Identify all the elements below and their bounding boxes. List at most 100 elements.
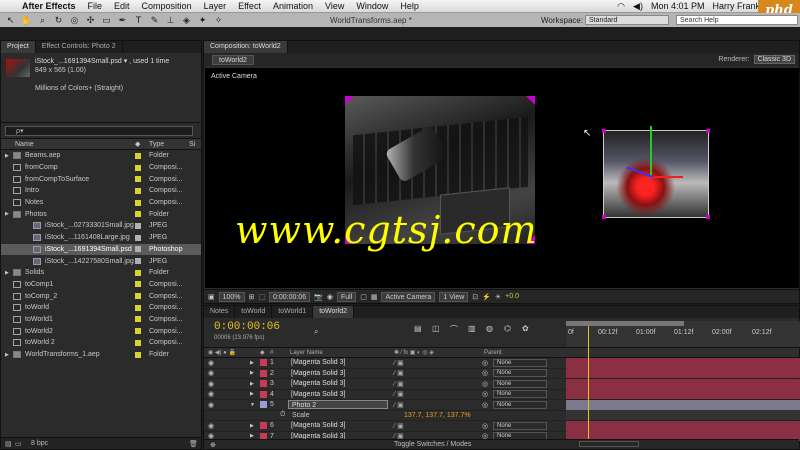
wifi-icon[interactable]: ◠ bbox=[617, 1, 625, 12]
layer-disclosure-icon[interactable]: ▶ bbox=[250, 360, 254, 366]
column-type[interactable]: Type bbox=[149, 141, 164, 148]
layer-disclosure-icon[interactable]: ▼ bbox=[250, 402, 255, 408]
label-swatch[interactable] bbox=[135, 211, 141, 218]
exposure-icon[interactable]: ☀ bbox=[495, 293, 501, 301]
layer-disclosure-icon[interactable]: ▶ bbox=[250, 381, 254, 387]
region-of-interest-icon[interactable]: ▢ bbox=[360, 293, 367, 301]
pick-whip-icon[interactable]: ◎ bbox=[482, 359, 488, 367]
menu-user[interactable]: Harry Frank bbox=[712, 1, 760, 11]
brush-tool-icon[interactable]: ✎ bbox=[148, 15, 161, 26]
exposure-value[interactable]: +0.0 bbox=[505, 293, 519, 300]
layer-duration-bar[interactable] bbox=[566, 368, 800, 379]
project-item[interactable]: iStock_...14227580Small.jpg JPEG bbox=[1, 255, 201, 267]
layer-switches-icon[interactable]: ⁄ ▣ bbox=[394, 380, 404, 388]
parent-select[interactable]: None bbox=[493, 379, 547, 388]
pen-tool-icon[interactable]: ✒ bbox=[116, 15, 129, 26]
label-column-icon[interactable]: ◆ bbox=[135, 140, 140, 148]
visibility-eye-icon[interactable]: ◉ bbox=[208, 380, 214, 388]
toggle-pixel-icon[interactable]: ⊡ bbox=[472, 293, 478, 301]
label-swatch[interactable] bbox=[135, 304, 141, 311]
menu-composition[interactable]: Composition bbox=[142, 1, 192, 11]
layer-label-color[interactable] bbox=[260, 422, 267, 430]
menu-edit[interactable]: Edit bbox=[114, 1, 130, 11]
layer-row[interactable]: ◉ ▶ 6 [Magenta Solid 3] ⁄ ▣ ◎ None bbox=[204, 420, 800, 432]
project-item[interactable]: iStock_...02733301Small.jpg JPEG bbox=[1, 220, 201, 232]
mask-tool-icon[interactable]: ▭ bbox=[100, 15, 113, 26]
tab-effect-controls[interactable]: Effect Controls: Photo 2 bbox=[36, 41, 123, 53]
transparency-grid-icon[interactable]: ▦ bbox=[371, 293, 378, 301]
label-swatch[interactable] bbox=[135, 281, 141, 288]
layer-switches-icon[interactable]: ⁄ ▣ bbox=[394, 422, 404, 430]
gizmo-x-axis[interactable] bbox=[651, 176, 683, 178]
label-swatch[interactable] bbox=[135, 351, 141, 358]
snapshot-icon[interactable]: 📷 bbox=[314, 293, 323, 301]
photo2-handle-br[interactable] bbox=[706, 215, 710, 219]
label-swatch[interactable] bbox=[135, 164, 141, 171]
always-preview-icon[interactable]: ▣ bbox=[208, 293, 215, 301]
zoom-select[interactable]: 100% bbox=[218, 291, 245, 302]
view-select[interactable]: Active Camera bbox=[381, 291, 436, 302]
comp-mini-flowchart-icon[interactable]: ▤ bbox=[414, 324, 422, 333]
layer-name[interactable]: [Magenta Solid 3] bbox=[288, 358, 388, 367]
property-row[interactable]: ⏱ Scale 137.7, 137.7, 137.7% bbox=[204, 410, 800, 421]
project-search-input[interactable]: ρ▾ bbox=[5, 126, 193, 136]
project-item[interactable]: fromCompToSurface Composi... bbox=[1, 173, 201, 185]
playhead[interactable] bbox=[588, 326, 589, 441]
stopwatch-icon[interactable]: ⏱ bbox=[280, 411, 285, 419]
timeline-current-time[interactable]: 0:00:00:06 bbox=[214, 321, 280, 333]
workspace-select[interactable]: Standard bbox=[585, 15, 669, 25]
roto-tool-icon[interactable]: ✦ bbox=[196, 15, 209, 26]
label-swatch[interactable] bbox=[135, 328, 141, 335]
layer-label-color[interactable] bbox=[260, 369, 267, 377]
parent-select[interactable]: None bbox=[493, 369, 547, 378]
layer-disclosure-icon[interactable]: ▶ bbox=[250, 370, 254, 376]
hand-tool-icon[interactable]: ✋ bbox=[20, 15, 33, 26]
label-swatch[interactable] bbox=[135, 258, 141, 265]
motion-blur-icon[interactable]: ◍ bbox=[486, 324, 493, 333]
visibility-eye-icon[interactable]: ◉ bbox=[208, 369, 214, 377]
disclosure-triangle-icon[interactable]: ▶ bbox=[5, 153, 13, 159]
zoom-tool-icon[interactable]: ⌕ bbox=[36, 15, 49, 26]
label-swatch[interactable] bbox=[135, 269, 141, 276]
layer-switches-icon[interactable]: ⁄ ▣ bbox=[394, 401, 404, 409]
layer-row[interactable]: ◉ ▼ 5 Photo 2 ⁄ ▣ ◎ None bbox=[204, 399, 800, 411]
renderer-button[interactable]: Classic 3D bbox=[753, 55, 795, 64]
menu-animation[interactable]: Animation bbox=[273, 1, 313, 11]
parent-select[interactable]: None bbox=[493, 390, 547, 399]
safe-zones-icon[interactable]: ⊞ bbox=[249, 293, 255, 301]
interpret-footage-icon[interactable]: ▤ bbox=[5, 440, 12, 448]
layer-duration-bar[interactable] bbox=[566, 389, 800, 400]
disclosure-triangle-icon[interactable]: ▶ bbox=[5, 211, 13, 217]
expand-icon[interactable]: ⊕ bbox=[210, 441, 216, 449]
draft-3d-icon[interactable]: ◫ bbox=[432, 324, 440, 333]
visibility-eye-icon[interactable]: ◉ bbox=[208, 390, 214, 398]
eraser-tool-icon[interactable]: ◈ bbox=[180, 15, 193, 26]
project-item[interactable]: toWorld 2 Composi... bbox=[1, 337, 201, 349]
label-swatch[interactable] bbox=[135, 199, 141, 206]
column-parent[interactable]: Parent bbox=[484, 350, 502, 356]
visibility-eye-icon[interactable]: ◉ bbox=[208, 401, 214, 409]
layer-disclosure-icon[interactable]: ▶ bbox=[250, 423, 254, 429]
pick-whip-icon[interactable]: ◎ bbox=[482, 401, 488, 409]
layer-name[interactable]: [Magenta Solid 3] bbox=[288, 379, 388, 388]
layer-name[interactable]: Photo 2 bbox=[288, 400, 388, 410]
comp-breadcrumb[interactable]: toWorld2 bbox=[212, 54, 254, 65]
label-swatch[interactable] bbox=[135, 187, 141, 194]
time-ruler[interactable]: 0f 00:12f 01:00f 01:12f 02:00f 02:12f bbox=[566, 321, 800, 347]
layer-duration-bar[interactable] bbox=[566, 378, 800, 389]
zoom-slider[interactable] bbox=[579, 441, 639, 447]
pick-whip-icon[interactable]: ◎ bbox=[482, 380, 488, 388]
layer-row[interactable]: ◉ ▶ 2 [Magenta Solid 3] ⁄ ▣ ◎ None bbox=[204, 368, 800, 379]
selection-tool-icon[interactable]: ↖ bbox=[4, 15, 17, 26]
parent-select[interactable]: None bbox=[493, 358, 547, 367]
clone-tool-icon[interactable]: ⊥ bbox=[164, 15, 177, 26]
camera-tool-icon[interactable]: ◎ bbox=[68, 15, 81, 26]
project-item[interactable]: iStock_...1691394Small.psd Photoshop bbox=[1, 243, 201, 256]
view-layout-select[interactable]: 1 View bbox=[439, 291, 469, 302]
layer-label-color[interactable] bbox=[260, 359, 267, 367]
rotate-tool-icon[interactable]: ↻ bbox=[52, 15, 65, 26]
layer-duration-bar[interactable] bbox=[566, 357, 800, 368]
project-item[interactable]: toWorld1 Composi... bbox=[1, 314, 201, 326]
layer-duration-bar[interactable] bbox=[566, 399, 800, 410]
work-area-bar[interactable] bbox=[566, 321, 684, 326]
